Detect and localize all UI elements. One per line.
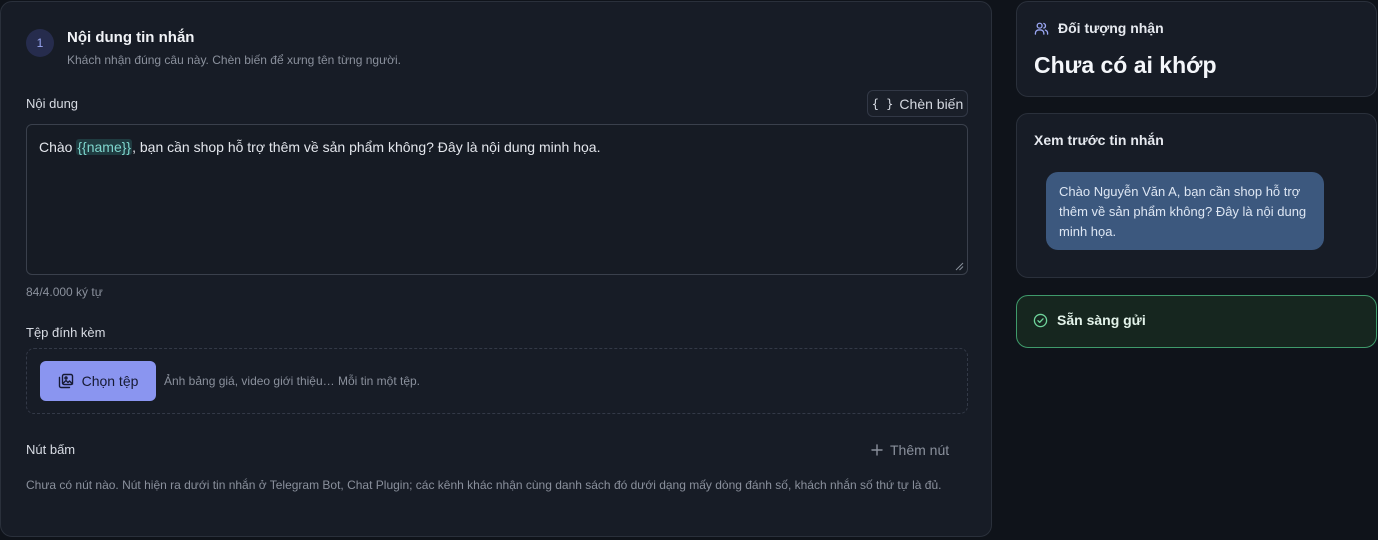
attachment-dropzone[interactable]: Chọn tệp Ảnh bảng giá, video giới thiệu…… — [26, 348, 968, 414]
buttons-hint: Chưa có nút nào. Nút hiện ra dưới tin nh… — [26, 478, 942, 492]
buttons-label: Nút bấm — [26, 442, 76, 457]
char-count: 84/4.000 ký tự — [26, 285, 103, 299]
attachment-hint: Ảnh bảng giá, video giới thiệu… Mỗi tin … — [164, 374, 421, 388]
attachment-label: Tệp đính kèm — [26, 325, 106, 340]
curly-braces-icon: { } — [871, 96, 894, 111]
section-subtitle: Khách nhận đúng câu này. Chèn biến để xư… — [67, 53, 401, 67]
section-title: Nội dung tin nhắn — [67, 29, 195, 46]
status-label: Sẵn sàng gửi — [1057, 312, 1146, 328]
plus-icon — [871, 444, 883, 456]
check-circle-icon — [1033, 313, 1048, 327]
users-icon — [1034, 22, 1049, 35]
choose-file-label: Chọn tệp — [81, 373, 139, 389]
recipients-value: Chưa có ai khớp — [1034, 52, 1217, 78]
recipients-card: Đối tượng nhận Chưa có ai khớp — [1016, 1, 1377, 97]
message-text-before: Chào — [39, 139, 77, 155]
recipients-header: Đối tượng nhận — [1034, 20, 1164, 36]
preview-card: Xem trước tin nhắn Chào Nguyễn Văn A, bạ… — [1016, 113, 1377, 278]
add-button-button[interactable]: Thêm nút — [871, 439, 949, 461]
message-variable-chip: {{name}} — [76, 139, 133, 155]
add-button-label: Thêm nút — [890, 442, 950, 458]
choose-file-button[interactable]: Chọn tệp — [40, 361, 156, 401]
preview-message-bubble: Chào Nguyễn Văn A, bạn cần shop hỗ trợ t… — [1046, 172, 1324, 250]
message-text-after: , bạn cần shop hỗ trợ thêm về sản phẩm k… — [132, 139, 601, 155]
content-label: Nội dung — [26, 96, 79, 111]
status-row: Sẵn sàng gửi — [1033, 312, 1146, 328]
step-badge: 1 — [26, 29, 54, 57]
message-content-card: 1 Nội dung tin nhắn Khách nhận đúng câu … — [0, 1, 992, 537]
status-card: Sẵn sàng gửi — [1016, 295, 1377, 348]
resize-grip-icon[interactable] — [955, 262, 964, 271]
image-stack-icon — [58, 373, 73, 389]
recipients-title: Đối tượng nhận — [1058, 20, 1164, 36]
insert-variable-label: Chèn biến — [899, 95, 964, 112]
page: 1 Nội dung tin nhắn Khách nhận đúng câu … — [0, 0, 1378, 540]
insert-variable-button[interactable]: { } Chèn biến — [867, 90, 968, 117]
preview-title: Xem trước tin nhắn — [1034, 132, 1164, 148]
message-textarea[interactable]: Chào {{name}}, bạn cần shop hỗ trợ thêm … — [26, 124, 968, 275]
